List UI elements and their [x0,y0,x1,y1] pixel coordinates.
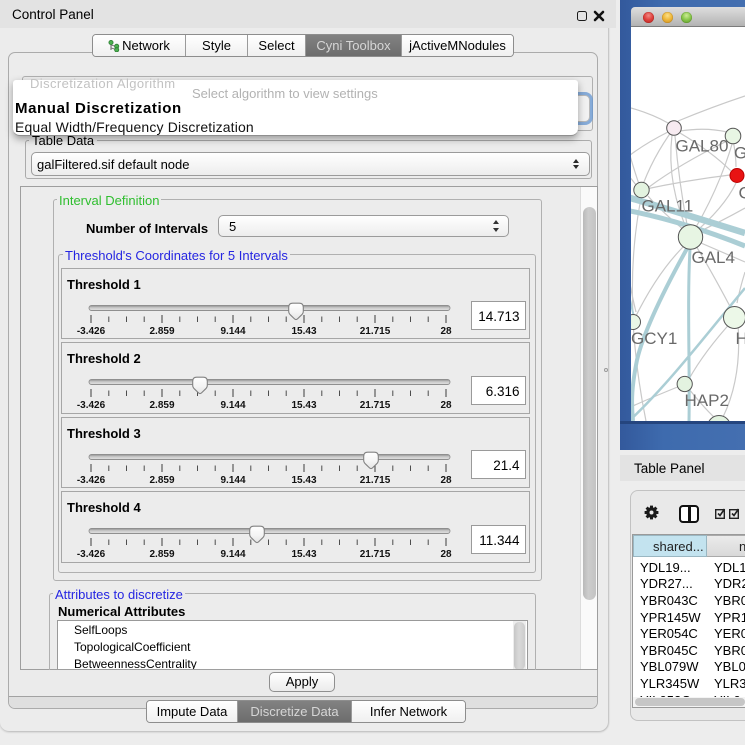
svg-text:GAL4: GAL4 [692,248,735,267]
svg-text:21.715: 21.715 [360,326,391,337]
svg-text:28: 28 [440,475,452,486]
svg-text:9.144: 9.144 [220,326,245,337]
svg-text:28: 28 [440,400,452,411]
svg-text:2.859: 2.859 [149,549,174,560]
svg-text:2.859: 2.859 [149,326,174,337]
svg-text:-3.426: -3.426 [77,475,106,486]
svg-text:2.859: 2.859 [149,475,174,486]
svg-text:21.715: 21.715 [360,549,391,560]
svg-text:-3.426: -3.426 [77,549,106,560]
svg-text:28: 28 [440,549,452,560]
svg-text:28: 28 [440,326,452,337]
svg-text:15.43: 15.43 [291,326,316,337]
svg-text:9.144: 9.144 [220,549,245,560]
svg-text:15.43: 15.43 [291,400,316,411]
svg-text:CO: CO [739,184,745,203]
svg-text:9.144: 9.144 [220,400,245,411]
svg-text:15.43: 15.43 [291,475,316,486]
svg-text:21.715: 21.715 [360,475,391,486]
svg-text:15.43: 15.43 [291,549,316,560]
svg-text:GAL11: GAL11 [642,197,694,216]
svg-text:GCY1: GCY1 [631,329,677,348]
svg-text:HIS4: HIS4 [736,329,745,348]
svg-text:-3.426: -3.426 [77,400,106,411]
svg-text:9.144: 9.144 [220,475,245,486]
svg-text:GAL80: GAL80 [676,137,729,156]
svg-text:21.715: 21.715 [360,400,391,411]
svg-text:2.859: 2.859 [149,400,174,411]
svg-text:GAL2: GAL2 [734,144,745,163]
svg-text:HAP2: HAP2 [685,391,729,410]
svg-text:-3.426: -3.426 [77,326,106,337]
